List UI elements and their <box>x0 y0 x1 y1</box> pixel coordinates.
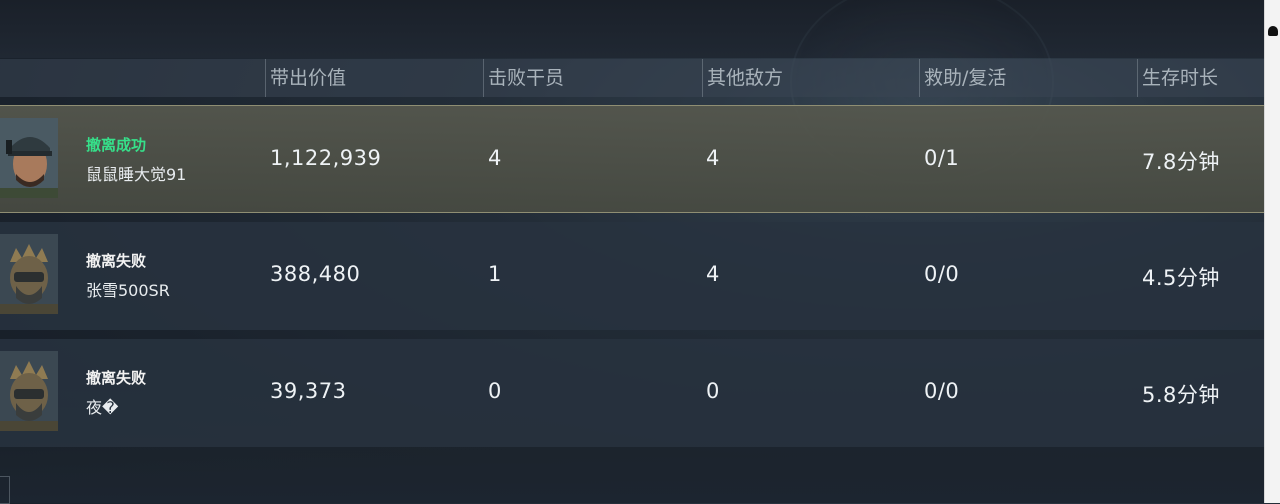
value-cell: 39,373 <box>270 379 347 403</box>
right-edge-panel <box>1264 0 1280 503</box>
other-enemies-cell: 0 <box>706 379 720 403</box>
value-cell: 388,480 <box>270 262 361 286</box>
table-row[interactable]: 撤离失败 张雪500SR 388,480 1 4 0/0 4.5分钟 <box>0 222 1265 330</box>
survival-time-cell: 5.8分钟 <box>1142 383 1220 407</box>
background-top-band <box>0 0 1265 58</box>
player-name: 夜� <box>86 398 119 417</box>
kills-cell: 4 <box>488 146 502 170</box>
extraction-status: 撤离失败 <box>86 252 147 270</box>
survival-time-cell: 4.5分钟 <box>1142 266 1220 290</box>
table-row[interactable]: 撤离成功 鼠鼠睡大觉91 1,122,939 4 4 0/1 7.8分钟 <box>0 105 1265 213</box>
avatar <box>0 351 58 431</box>
other-enemies-cell: 4 <box>706 146 720 170</box>
assist-revive-cell: 0/0 <box>924 262 960 286</box>
kills-cell: 1 <box>488 262 502 286</box>
player-name: 张雪500SR <box>86 281 170 300</box>
column-header-assist-revive: 救助/复活 <box>919 59 1006 97</box>
table-row[interactable]: 撤离失败 夜� 39,373 0 0 0/0 5.8分钟 <box>0 339 1265 447</box>
player-name: 鼠鼠睡大觉91 <box>86 165 187 184</box>
edge-glyph-icon <box>1268 26 1278 36</box>
soldier-cap-portrait-icon <box>0 118 58 198</box>
column-header-value: 带出价值 <box>265 59 346 97</box>
avatar <box>0 118 58 198</box>
kills-cell: 0 <box>488 379 502 403</box>
column-header-kills: 击败干员 <box>483 59 564 97</box>
survival-time-cell: 7.8分钟 <box>1142 150 1220 174</box>
results-table-header: 带出价值 击败干员 其他敌方 救助/复活 生存时长 <box>0 59 1265 97</box>
column-header-survival-time: 生存时长 <box>1137 59 1218 97</box>
extraction-status: 撤离失败 <box>86 369 147 387</box>
assist-revive-cell: 0/1 <box>924 146 960 170</box>
armored-helmet-portrait-icon <box>0 351 58 431</box>
value-cell: 1,122,939 <box>270 146 382 170</box>
assist-revive-cell: 0/0 <box>924 379 960 403</box>
corner-bracket <box>0 476 10 504</box>
avatar <box>0 234 58 314</box>
column-header-other-enemies: 其他敌方 <box>702 59 783 97</box>
armored-helmet-portrait-icon <box>0 234 58 314</box>
other-enemies-cell: 4 <box>706 262 720 286</box>
extraction-status: 撤离成功 <box>86 136 147 154</box>
